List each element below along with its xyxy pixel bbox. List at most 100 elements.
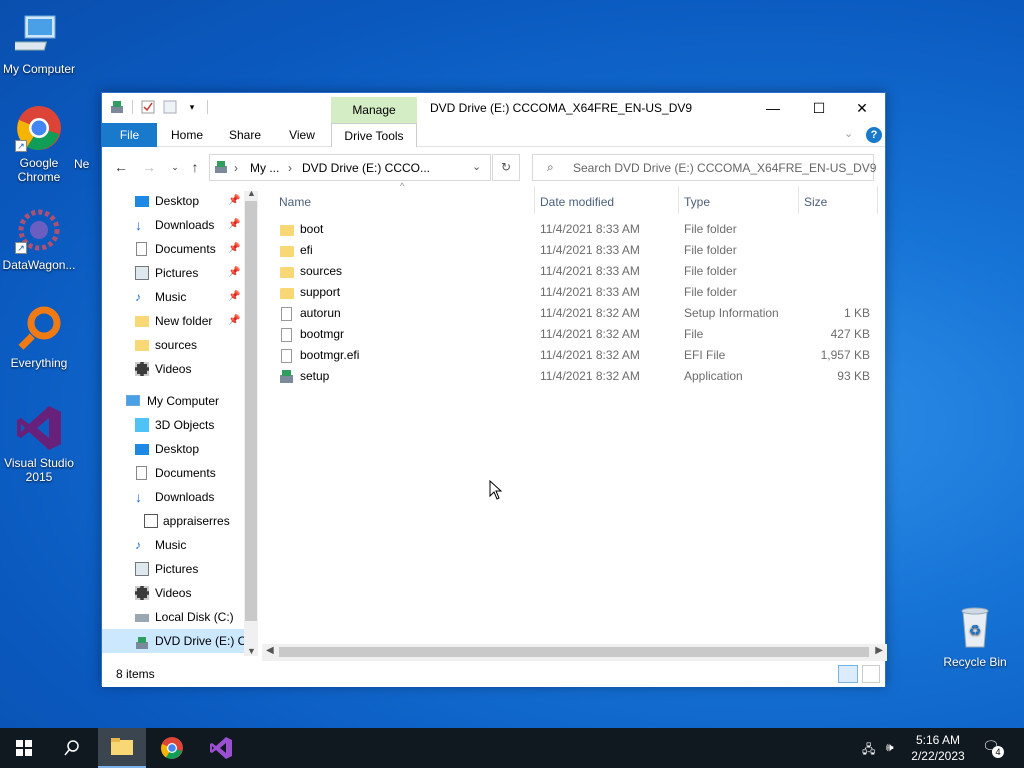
file-row[interactable]: autorun 11/4/2021 8:32 AM Setup Informat… bbox=[276, 303, 876, 324]
taskbar-visual-studio[interactable] bbox=[197, 728, 245, 768]
column-separator[interactable] bbox=[678, 186, 679, 214]
address-history-chevron-icon[interactable]: ⌄ bbox=[472, 160, 481, 173]
scroll-left-chevron-icon[interactable]: ◀ bbox=[266, 645, 274, 656]
maximize-button[interactable]: ☐ bbox=[796, 93, 842, 123]
nav-item-downloads[interactable]: ↓ Downloads 📌 bbox=[102, 213, 244, 237]
volume-icon[interactable]: 🕪 bbox=[886, 740, 894, 755]
details-view-icon[interactable] bbox=[838, 665, 858, 683]
nav-item-pc-downloads[interactable]: ↓ Downloads bbox=[102, 485, 244, 509]
refresh-button[interactable]: ↻ bbox=[492, 154, 520, 181]
taskbar-chrome[interactable] bbox=[148, 728, 196, 768]
large-icons-view-icon[interactable] bbox=[862, 665, 880, 683]
scroll-right-chevron-icon[interactable]: ▶ bbox=[875, 645, 883, 656]
file-row[interactable]: boot 11/4/2021 8:33 AM File folder bbox=[276, 219, 876, 240]
separator bbox=[132, 100, 133, 114]
nav-item-appraiserres[interactable]: appraiserres bbox=[102, 509, 244, 533]
file-list-horizontal-scrollbar[interactable]: ◀ ▶ bbox=[262, 644, 887, 661]
tab-drive-tools[interactable]: Drive Tools bbox=[331, 123, 417, 147]
search-box[interactable]: ⌕ Search DVD Drive (E:) CCCOMA_X64FRE_EN… bbox=[532, 154, 877, 181]
file-row[interactable]: support 11/4/2021 8:33 AM File folder bbox=[276, 282, 876, 303]
recent-locations-chevron-icon[interactable]: ⌄ bbox=[166, 158, 184, 176]
help-icon[interactable]: ? bbox=[866, 127, 882, 143]
file-date: 11/4/2021 8:32 AM bbox=[540, 348, 640, 362]
back-button[interactable]: ← bbox=[112, 158, 130, 176]
scroll-down-chevron-icon[interactable]: ▼ bbox=[247, 646, 256, 656]
nav-item-videos[interactable]: Videos bbox=[102, 357, 244, 381]
music-note-icon: ♪ bbox=[135, 538, 141, 552]
scrollbar-thumb[interactable] bbox=[279, 647, 869, 657]
nav-item-pc-documents[interactable]: Documents bbox=[102, 461, 244, 485]
folder-icon bbox=[280, 225, 294, 236]
column-separator[interactable] bbox=[877, 186, 878, 214]
nav-item-pc-videos[interactable]: Videos bbox=[102, 581, 244, 605]
minimize-button[interactable]: — bbox=[750, 93, 796, 123]
nav-item-dvd-drive[interactable]: DVD Drive (E:) CC bbox=[102, 629, 255, 653]
tab-home[interactable]: Home bbox=[162, 123, 212, 147]
nav-item-local-disk[interactable]: Local Disk (C:) bbox=[102, 605, 244, 629]
file-row[interactable]: efi 11/4/2021 8:33 AM File folder bbox=[276, 240, 876, 261]
network-icon[interactable]: 🖧 bbox=[862, 740, 875, 761]
desktop-icon-my-computer[interactable]: My Computer bbox=[1, 10, 77, 76]
properties-icon[interactable] bbox=[141, 100, 155, 114]
nav-item-3d-objects[interactable]: 3D Objects bbox=[102, 413, 244, 437]
customize-qat-chevron-icon[interactable]: ▾ bbox=[185, 100, 199, 114]
nav-item-sources[interactable]: sources bbox=[102, 333, 244, 357]
file-type: File folder bbox=[684, 243, 737, 257]
desktop-icon-visual-studio[interactable]: Visual Studio 2015 bbox=[1, 404, 77, 484]
file-icon bbox=[281, 328, 292, 342]
start-button[interactable] bbox=[0, 728, 48, 768]
desktop-icon-everything[interactable]: Everything bbox=[1, 304, 77, 370]
file-row[interactable]: bootmgr.efi 11/4/2021 8:32 AM EFI File 1… bbox=[276, 345, 876, 366]
desktop-icon-datawagon[interactable]: ↗ DataWagon... bbox=[1, 206, 77, 272]
notification-center-button[interactable]: 🗨 4 bbox=[982, 738, 1006, 758]
column-header-name[interactable]: Name bbox=[279, 195, 311, 209]
nav-item-my-computer[interactable]: My Computer bbox=[102, 389, 244, 413]
folder-icon bbox=[280, 246, 294, 257]
new-folder-icon[interactable] bbox=[163, 100, 177, 114]
nav-item-desktop[interactable]: Desktop 📌 bbox=[102, 189, 244, 213]
separator bbox=[207, 100, 208, 114]
scroll-up-chevron-icon[interactable]: ▲ bbox=[247, 188, 256, 198]
nav-item-pictures[interactable]: Pictures 📌 bbox=[102, 261, 244, 285]
column-separator[interactable] bbox=[534, 186, 535, 214]
address-bar[interactable]: › My ... › DVD Drive (E:) CCCO... ⌄ bbox=[209, 154, 491, 181]
nav-item-pc-music[interactable]: ♪ Music bbox=[102, 533, 244, 557]
title-bar[interactable]: ▾ Manage DVD Drive (E:) CCCOMA_X64FRE_EN… bbox=[102, 93, 885, 123]
tab-view[interactable]: View bbox=[277, 123, 327, 147]
scrollbar-thumb[interactable] bbox=[245, 201, 257, 621]
search-button[interactable] bbox=[48, 728, 96, 768]
navigation-pane-scrollbar[interactable]: ▲ ▼ bbox=[244, 188, 258, 656]
file-date: 11/4/2021 8:33 AM bbox=[540, 285, 640, 299]
column-separator[interactable] bbox=[798, 186, 799, 214]
file-type: File folder bbox=[684, 222, 737, 236]
tab-share[interactable]: Share bbox=[220, 123, 270, 147]
search-placeholder: Search DVD Drive (E:) CCCOMA_X64FRE_EN-U… bbox=[573, 161, 877, 175]
file-row[interactable]: sources 11/4/2021 8:33 AM File folder bbox=[276, 261, 876, 282]
file-row[interactable]: bootmgr 11/4/2021 8:32 AM File 427 KB bbox=[276, 324, 876, 345]
close-button[interactable]: ✕ bbox=[839, 93, 885, 123]
manage-context-tab[interactable]: Manage bbox=[331, 97, 417, 123]
pictures-icon bbox=[135, 562, 149, 576]
visual-studio-icon bbox=[15, 404, 63, 452]
nav-item-documents[interactable]: Documents 📌 bbox=[102, 237, 244, 261]
tab-file[interactable]: File bbox=[102, 123, 157, 147]
file-row[interactable]: setup 11/4/2021 8:32 AM Application 93 K… bbox=[276, 366, 876, 387]
file-type: Setup Information bbox=[684, 306, 779, 320]
column-header-type[interactable]: Type bbox=[684, 195, 710, 209]
nav-item-music[interactable]: ♪ Music 📌 bbox=[102, 285, 244, 309]
up-button[interactable]: ↑ bbox=[186, 158, 204, 176]
forward-button[interactable]: → bbox=[140, 158, 158, 176]
expand-ribbon-chevron-icon[interactable]: ⌄ bbox=[844, 127, 853, 140]
column-header-date-modified[interactable]: Date modified bbox=[540, 195, 614, 209]
nav-item-pc-desktop[interactable]: Desktop bbox=[102, 437, 244, 461]
breadcrumb-my-computer[interactable]: My ... bbox=[250, 161, 279, 175]
desktop-icon-recycle-bin[interactable]: ♻ Recycle Bin bbox=[937, 603, 1013, 669]
desktop-icon bbox=[135, 444, 149, 455]
desktop-icon-chrome[interactable]: ↗ Google Chrome bbox=[1, 104, 77, 184]
column-header-size[interactable]: Size bbox=[804, 195, 827, 209]
nav-item-new-folder[interactable]: New folder 📌 bbox=[102, 309, 244, 333]
breadcrumb-dvd-drive[interactable]: DVD Drive (E:) CCCO... bbox=[302, 161, 430, 175]
taskbar-file-explorer[interactable] bbox=[98, 728, 146, 768]
nav-item-pc-pictures[interactable]: Pictures bbox=[102, 557, 244, 581]
clock[interactable]: 5:16 AM 2/22/2023 bbox=[906, 732, 970, 764]
